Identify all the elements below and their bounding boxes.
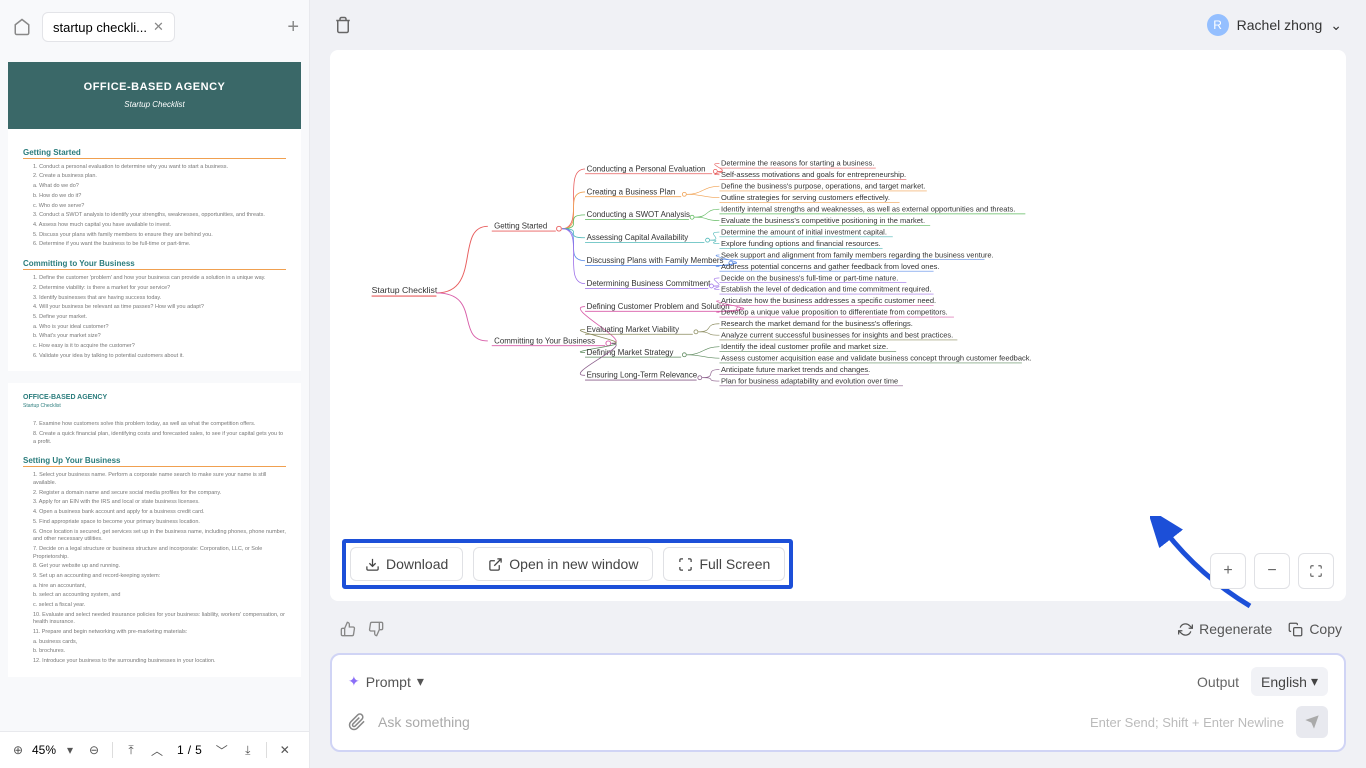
svg-text:Assessing Capital Availability: Assessing Capital Availability: [587, 233, 689, 242]
zoom-dropdown-icon[interactable]: ▾: [60, 740, 80, 760]
tab-close-icon[interactable]: ✕: [153, 19, 164, 35]
svg-text:Outline strategies for serving: Outline strategies for serving customers…: [721, 193, 890, 202]
page-total: 5: [195, 743, 202, 757]
doc-subtitle: Startup Checklist: [18, 99, 291, 110]
prompt-panel: ✦ Prompt ▾ Output English ▾: [330, 653, 1346, 752]
svg-text:Defining Market Strategy: Defining Market Strategy: [587, 348, 674, 357]
zoom-minus-button[interactable]: −: [1254, 553, 1290, 589]
external-link-icon: [488, 557, 503, 572]
feedback-row: Regenerate Copy: [330, 613, 1346, 641]
document-tab[interactable]: startup checkli... ✕: [42, 12, 175, 42]
svg-text:Startup Checklist: Startup Checklist: [372, 285, 438, 295]
svg-text:Evaluate the business's compet: Evaluate the business's competitive posi…: [721, 216, 925, 225]
tab-title: startup checkli...: [53, 20, 147, 35]
dropdown-icon: ▾: [1311, 673, 1318, 690]
tab-bar: startup checkli... ✕ +: [0, 0, 309, 54]
mindmap-canvas[interactable]: Startup Checklist Getting Started Conducti…: [340, 60, 1336, 480]
svg-text:Define the business's purpose,: Define the business's purpose, operation…: [721, 182, 925, 191]
refresh-icon: [1178, 622, 1193, 637]
svg-text:Defining Customer Problem and: Defining Customer Problem and Solution: [587, 302, 730, 311]
fullscreen-icon: [678, 557, 693, 572]
page-down-icon[interactable]: ﹀: [212, 740, 232, 760]
avatar: R: [1207, 14, 1229, 36]
thumbs-up-icon[interactable]: [334, 617, 362, 641]
add-tab-button[interactable]: +: [287, 16, 299, 39]
page-last-icon[interactable]: ⤓: [238, 740, 258, 760]
chevron-down-icon: ⌄: [1330, 17, 1342, 34]
svg-text:Seek support and alignment fro: Seek support and alignment from family m…: [721, 250, 994, 259]
svg-text:Assess customer acquisition ea: Assess customer acquisition ease and val…: [721, 354, 1032, 363]
svg-text:Analyze current successful bus: Analyze current successful businesses fo…: [721, 331, 953, 340]
svg-text:Articulate how the business ad: Articulate how the business addresses a …: [721, 296, 936, 305]
svg-text:Conducting a Personal Evaluati: Conducting a Personal Evaluation: [587, 164, 706, 173]
user-menu[interactable]: R Rachel zhong ⌄: [1207, 14, 1342, 36]
prompt-type-button[interactable]: ✦ Prompt ▾: [348, 673, 424, 690]
svg-text:Identify the ideal customer pr: Identify the ideal customer profile and …: [721, 342, 888, 351]
svg-text:Explore funding options and fi: Explore funding options and financial re…: [721, 239, 881, 248]
trash-icon[interactable]: [334, 16, 352, 34]
svg-text:Conducting a SWOT Analysis: Conducting a SWOT Analysis: [587, 210, 690, 219]
svg-text:Develop a unique value proposi: Develop a unique value proposition to di…: [721, 308, 948, 317]
mindmap-zoom-controls: + −: [1210, 553, 1334, 589]
svg-text:Identify internal strengths an: Identify internal strengths and weakness…: [721, 205, 1015, 214]
fullscreen-button[interactable]: Full Screen: [663, 547, 785, 581]
svg-text:Decide on the business's full-: Decide on the business's full-time or pa…: [721, 273, 898, 282]
fit-screen-button[interactable]: [1298, 553, 1334, 589]
mindmap-panel: Startup Checklist Getting Started Conducti…: [330, 50, 1346, 601]
zoom-in-icon[interactable]: ⊕: [8, 740, 28, 760]
svg-text:Determine the amount of initia: Determine the amount of initial investme…: [721, 227, 887, 236]
svg-text:Establish the level of dedicat: Establish the level of dedication and ti…: [721, 285, 932, 294]
main-content: R Rachel zhong ⌄ Startup Checklist Gettin…: [310, 0, 1366, 768]
svg-text:Committing to Your Business: Committing to Your Business: [494, 336, 595, 345]
zoom-out-icon[interactable]: ⊖: [84, 740, 104, 760]
page-first-icon[interactable]: ⤒: [121, 740, 141, 760]
home-icon[interactable]: [10, 15, 34, 39]
prompt-input[interactable]: [378, 714, 1078, 730]
copy-button[interactable]: Copy: [1288, 621, 1342, 637]
page-header: OFFICE-BASED AGENCY Startup Checklist: [8, 62, 301, 129]
svg-text:Plan for business adaptability: Plan for business adaptability and evolu…: [721, 376, 898, 385]
page-up-icon[interactable]: ︿: [147, 740, 167, 760]
regenerate-button[interactable]: Regenerate: [1178, 621, 1272, 637]
close-preview-icon[interactable]: ✕: [275, 740, 295, 760]
svg-text:Getting Started: Getting Started: [494, 222, 547, 231]
svg-text:Creating a Business Plan: Creating a Business Plan: [587, 187, 676, 196]
input-hint: Enter Send; Shift + Enter Newline: [1090, 715, 1284, 730]
page2-header: OFFICE-BASED AGENCY Startup Checklist: [8, 383, 301, 410]
sidebar: startup checkli... ✕ + OFFICE-BASED AGEN…: [0, 0, 310, 768]
svg-text:Discussing Plans with Family M: Discussing Plans with Family Members: [587, 256, 724, 265]
zoom-plus-button[interactable]: +: [1210, 553, 1246, 589]
page-thumbnail-1[interactable]: OFFICE-BASED AGENCY Startup Checklist Ge…: [8, 62, 301, 371]
thumbs-down-icon[interactable]: [362, 617, 390, 641]
attach-icon[interactable]: [348, 713, 366, 731]
document-preview-scroll[interactable]: OFFICE-BASED AGENCY Startup Checklist Ge…: [0, 54, 309, 731]
output-label: Output: [1197, 674, 1239, 690]
svg-text:Research the market demand for: Research the market demand for the busin…: [721, 319, 913, 328]
svg-text:Evaluating Market Viability: Evaluating Market Viability: [587, 325, 679, 334]
send-icon: [1304, 714, 1320, 730]
zoom-level: 45%: [32, 743, 56, 757]
language-select[interactable]: English ▾: [1251, 667, 1328, 696]
new-window-button[interactable]: Open in new window: [473, 547, 653, 581]
sidebar-footer: ⊕ 45% ▾ ⊖ ⤒ ︿ 1 / 5 ﹀ ⤓ ✕: [0, 731, 309, 768]
copy-icon: [1288, 622, 1303, 637]
mindmap-action-bar: Download Open in new window Full Screen: [342, 539, 793, 589]
top-bar: R Rachel zhong ⌄: [310, 0, 1366, 50]
page-current: 1: [177, 743, 184, 757]
svg-text:Determine the reasons for star: Determine the reasons for starting a bus…: [721, 159, 874, 168]
send-button[interactable]: [1296, 706, 1328, 738]
doc-title: OFFICE-BASED AGENCY: [18, 80, 291, 95]
svg-text:Anticipate future market trend: Anticipate future market trends and chan…: [721, 365, 870, 374]
svg-text:Ensuring Long-Term Relevance: Ensuring Long-Term Relevance: [587, 371, 698, 380]
user-name: Rachel zhong: [1237, 17, 1323, 33]
download-icon: [365, 557, 380, 572]
page-thumbnail-2[interactable]: OFFICE-BASED AGENCY Startup Checklist 7.…: [8, 383, 301, 676]
download-button[interactable]: Download: [350, 547, 463, 581]
sparkle-icon: ✦: [348, 673, 360, 690]
svg-text:Determining Business Commitmen: Determining Business Commitment: [587, 279, 711, 288]
svg-text:Address potential concerns and: Address potential concerns and gather fe…: [721, 262, 939, 271]
svg-text:Self-assess motivations and go: Self-assess motivations and goals for en…: [721, 170, 906, 179]
dropdown-icon: ▾: [417, 673, 424, 690]
